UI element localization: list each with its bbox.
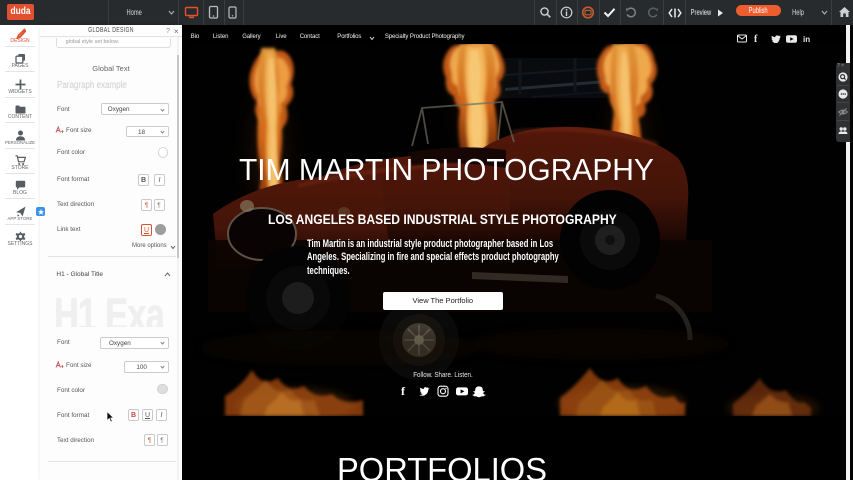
- svg-text:f: f: [401, 384, 406, 398]
- svg-text:in: in: [803, 35, 810, 43]
- svg-text:f: f: [754, 34, 758, 43]
